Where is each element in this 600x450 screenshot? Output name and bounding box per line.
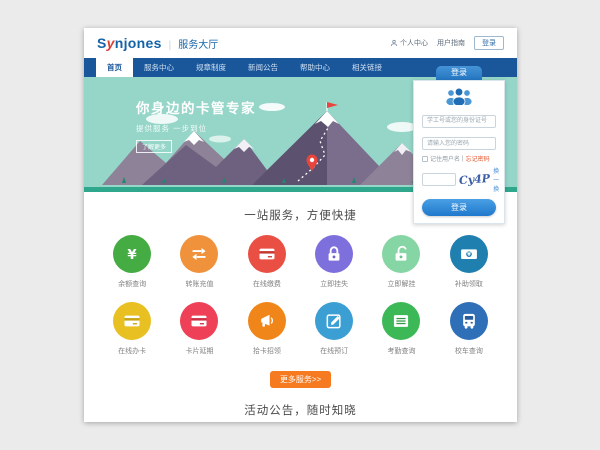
login-form: 记住用户名 | 忘记密码 Cy4P 换一换 登录 (413, 80, 505, 224)
nav-item-help-center[interactable]: 帮助中心 (289, 58, 341, 77)
nav-item-service-center[interactable]: 服务中心 (133, 58, 185, 77)
nav-item-regulations[interactable]: 规章制度 (185, 58, 237, 77)
card-icon (189, 311, 209, 331)
forgot-password-link[interactable]: 忘记密码 (466, 154, 490, 163)
remember-row: 记住用户名 | 忘记密码 (422, 154, 496, 163)
remember-checkbox[interactable] (422, 156, 428, 162)
nav-item-related-links[interactable]: 相关链接 (341, 58, 393, 77)
hero-cta-button[interactable]: 了解更多 (136, 140, 172, 153)
nav-item-home[interactable]: 首页 (96, 58, 133, 77)
announcements-section: 活动公告，随时知晓 使用动态 最新公告 更多>> 使用指南 更多>> (84, 402, 517, 422)
svg-text:¥: ¥ (128, 248, 138, 263)
username-input[interactable] (422, 115, 496, 128)
unlock-icon (391, 244, 411, 264)
banknote-icon: ¥ (459, 244, 479, 264)
password-input[interactable] (422, 137, 496, 150)
login-panel: 登录 记住用户名 | 忘记密码 (413, 66, 505, 224)
page-container: Synjones | 服务大厅 个人中心 用户指南 登录 首页 服务中心 规章制… (84, 28, 517, 422)
svg-text:¥: ¥ (467, 252, 471, 258)
site-header: Synjones | 服务大厅 个人中心 用户指南 登录 (84, 28, 517, 58)
login-tab[interactable]: 登录 (436, 66, 482, 80)
service-online-booking[interactable]: 在线预订 (301, 302, 368, 356)
personal-center-link[interactable]: 个人中心 (390, 38, 428, 48)
card-icon (257, 244, 277, 264)
service-card-extension[interactable]: 卡片延期 (166, 302, 233, 356)
service-attendance-inquiry[interactable]: 考勤查询 (368, 302, 435, 356)
services-grid: ¥ 余额查询 转账充值 在线缴费 立即挂失 (99, 235, 503, 356)
captcha-image[interactable]: Cy4P (459, 172, 491, 187)
user-guide-link[interactable]: 用户指南 (437, 38, 465, 48)
captcha-input[interactable] (422, 173, 456, 186)
hero-subtitle: 提供服务 一步到位 (136, 123, 256, 134)
services-section: 一站服务，方便快捷 ¥ 余额查询 转账充值 在线缴费 (84, 207, 517, 396)
service-subsidy-collection[interactable]: ¥ 补助领取 (435, 235, 502, 289)
service-online-card-application[interactable]: 在线办卡 (99, 302, 166, 356)
site-name: 服务大厅 (178, 36, 218, 51)
remember-divider: | (462, 156, 464, 162)
service-online-payment[interactable]: 在线缴费 (233, 235, 300, 289)
service-report-loss[interactable]: 立即挂失 (301, 235, 368, 289)
service-balance-inquiry[interactable]: ¥ 余额查询 (99, 235, 166, 289)
logo-wordmark: Synjones (97, 35, 162, 51)
users-group-icon (439, 87, 479, 105)
edit-icon (324, 311, 344, 331)
header-actions: 个人中心 用户指南 登录 (390, 36, 504, 50)
login-submit-button[interactable]: 登录 (422, 199, 496, 216)
announcements-title: 活动公告，随时知晓 (84, 402, 517, 418)
megaphone-icon (257, 311, 277, 331)
lock-icon (324, 244, 344, 264)
list-icon (391, 311, 411, 331)
service-found-card-claim[interactable]: 拾卡招领 (233, 302, 300, 356)
yen-icon: ¥ (122, 244, 142, 264)
card-icon (122, 311, 142, 331)
bus-icon (459, 311, 479, 331)
captcha-row: Cy4P 换一换 (422, 166, 496, 193)
nav-item-news[interactable]: 新闻公告 (237, 58, 289, 77)
logo-divider: | (169, 40, 172, 51)
service-unfreeze[interactable]: 立即解挂 (368, 235, 435, 289)
hero-copy: 你身边的卡管专家 提供服务 一步到位 了解更多 (136, 97, 256, 154)
captcha-refresh-link[interactable]: 换一换 (493, 166, 499, 193)
remember-label: 记住用户名 (430, 154, 460, 163)
more-services-button[interactable]: 更多服务>> (270, 371, 331, 388)
user-icon (390, 39, 398, 47)
transfer-icon (189, 244, 209, 264)
service-transfer-recharge[interactable]: 转账充值 (166, 235, 233, 289)
hero-banner: 你身边的卡管专家 提供服务 一步到位 了解更多 登录 (84, 77, 517, 192)
service-school-bus-inquiry[interactable]: 校车查询 (435, 302, 502, 356)
hero-title: 你身边的卡管专家 (136, 97, 256, 117)
header-login-button[interactable]: 登录 (474, 36, 504, 50)
brand-logo[interactable]: Synjones | 服务大厅 (97, 35, 218, 51)
